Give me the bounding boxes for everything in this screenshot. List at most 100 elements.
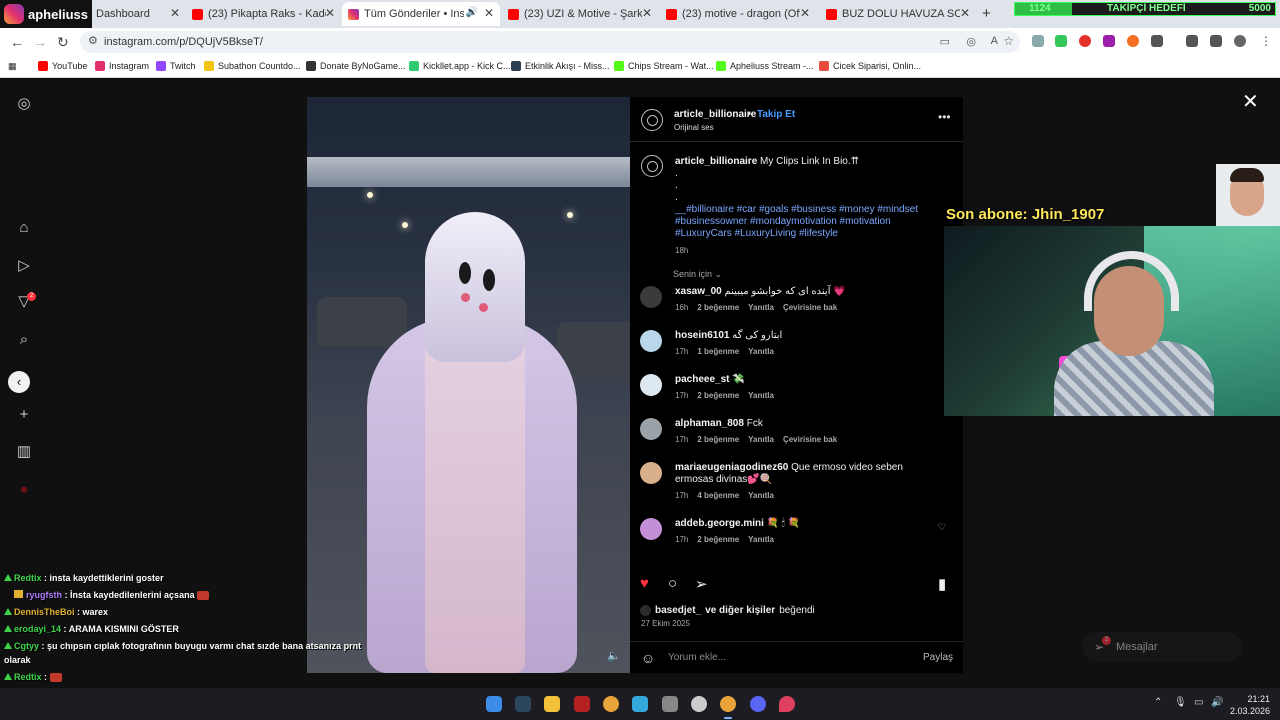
tab-youtube-4[interactable]: BUZ DOLU HAVUZA SON DÜŞE ✕ [820,2,976,26]
insights-icon[interactable]: ▥ [15,443,33,461]
eye-off-icon[interactable]: ◎ [966,35,976,48]
chat-username[interactable]: erodayi_14 [14,624,61,634]
instagram-icon[interactable]: ◎ [15,95,33,113]
tab-instagram[interactable]: Tüm Gönderiler • Instagram 🔊 ✕ [342,2,500,26]
chat-username[interactable]: ryugfsth [26,590,62,600]
close-tab-icon[interactable]: ✕ [800,6,810,20]
bookmark-kickllet[interactable]: Kickllet.app - Kick C... [409,61,511,71]
start-icon[interactable] [486,696,502,712]
bookmark-star-icon[interactable]: ☆ [1003,34,1014,48]
bookmark-etkinlik[interactable]: Etkinlik Akışı - Miss... [511,61,610,71]
home-icon[interactable]: ⌂ [15,219,33,237]
follow-button[interactable]: Takip Et [757,109,795,120]
microphone-icon[interactable]: 🎙 [1174,697,1187,708]
close-tab-icon[interactable]: ✕ [484,6,494,20]
close-tab-icon[interactable]: ✕ [325,6,335,20]
commenter-username[interactable]: mariaeugeniagodinez60 [675,462,788,473]
file-explorer-icon[interactable] [544,696,560,712]
liked-by-user[interactable]: basedjet_ [655,605,701,616]
commenter-avatar[interactable] [640,286,662,308]
commenter-avatar[interactable] [640,518,662,540]
reply-button[interactable]: Yanıtla [748,391,774,400]
download-icon[interactable] [1186,35,1198,47]
bookmark-cicek[interactable]: Cicek Siparisi, Onlin... [819,61,921,71]
more-options-icon[interactable]: ••• [938,110,951,124]
chat-username[interactable]: Redtix [14,573,42,583]
omnibox[interactable]: ⚙ instagram.com/p/DQUjV5BkseT/ ▭ ◎ A ☆ [80,31,1020,53]
author-username[interactable]: article_billionaire [674,109,756,120]
sound-icon[interactable]: 🔈 [607,649,621,662]
chrome-icon[interactable] [720,696,736,712]
comment-icon[interactable]: ○ [668,575,677,592]
share-icon[interactable]: ➢ [695,575,708,593]
site-settings-icon[interactable]: ⚙ [88,34,98,47]
bookmark-instagram[interactable]: Instagram [95,61,149,71]
commenter-avatar[interactable] [640,418,662,440]
messages-button[interactable]: ➢ 2 Mesajlar [1082,632,1242,662]
app-icon[interactable] [662,696,678,712]
discord-icon[interactable] [750,696,766,712]
tab-youtube-1[interactable]: (23) Pikapta Raks - Kader Ağlatı ✕ [186,2,341,26]
steam-icon[interactable] [515,696,531,712]
post-comment-button[interactable]: Paylaş [923,652,953,663]
caption-hashtags[interactable]: __#billionaire #car #goals #business #mo… [675,204,918,239]
commenter-username[interactable]: pacheee_st [675,374,729,385]
reply-button[interactable]: Yanıtla [748,491,774,500]
close-tab-icon[interactable]: ✕ [642,6,652,20]
translate-button[interactable]: Çevirisine bak [783,303,837,312]
new-tab-button[interactable]: + [982,5,991,22]
bookmark-youtube[interactable]: YouTube [38,61,87,71]
reels-icon[interactable]: ▷ [15,257,33,275]
commenter-username[interactable]: xasaw_00 [675,286,722,297]
reply-button[interactable]: Yanıtla [748,347,774,356]
save-bookmark-icon[interactable]: ▮ [938,575,946,593]
bookmark-subathon[interactable]: Subathon Countdo... [204,61,301,71]
commenter-username[interactable]: hosein6101 [675,330,729,341]
app-icon[interactable] [632,696,648,712]
comment-likes[interactable]: 2 beğenme [697,303,739,312]
obs-icon[interactable] [691,696,707,712]
like-heart-icon[interactable]: ♥ [640,575,649,592]
create-icon[interactable]: + [15,406,33,424]
audio-playing-icon[interactable]: 🔊 [466,7,478,18]
author-avatar[interactable] [641,109,663,131]
bookmark-twitch[interactable]: Twitch [156,61,196,71]
bookmark-donate[interactable]: Donate ByNoGame... [306,61,406,71]
liked-by[interactable]: basedjet_ ve diğer kişiler beğendi [640,605,815,616]
app-icon[interactable] [574,696,590,712]
bookmark-apheliuss-stream[interactable]: Apheliuss Stream -... [716,61,814,71]
chat-username[interactable]: Cgtyy [14,641,39,651]
extension-orange-icon[interactable] [1127,35,1139,47]
system-clock[interactable]: 21:21 2.03.2026 [1230,693,1270,717]
post-video[interactable]: 🔈 [307,97,630,673]
tab-youtube-3[interactable]: (23) motive - dragon (Official M ✕ [660,2,816,26]
comment-like-icon[interactable]: ♡ [938,522,946,533]
comment-input[interactable]: Yorum ekle... [668,652,726,663]
maps-pin-icon[interactable] [779,696,795,712]
caption-avatar[interactable] [641,155,663,177]
volume-icon[interactable]: 🔊 [1211,697,1223,708]
reply-button[interactable]: Yanıtla [748,535,774,544]
translate-button[interactable]: Çevirisine bak [783,435,837,444]
profile-avatar-icon[interactable] [1234,35,1246,47]
commenter-username[interactable]: addeb.george.mini [675,518,764,529]
tab-youtube-2[interactable]: (23) UZI & Motive - Şarkılar Sol ✕ [502,2,658,26]
close-icon[interactable]: ✕ [1242,89,1259,114]
reply-button[interactable]: Yanıtla [748,303,774,312]
close-tab-icon[interactable]: ✕ [960,6,970,20]
emoji-icon[interactable]: ☺ [641,650,655,666]
network-icon[interactable]: ▭ [1194,697,1203,708]
reload-icon[interactable]: ↻ [57,34,69,51]
collapse-sidebar-button[interactable]: ‹ [8,371,30,393]
back-icon[interactable]: ← [10,34,24,50]
extension-green-icon[interactable] [1055,35,1067,47]
translate-icon[interactable]: A [991,35,998,47]
extension-red-icon[interactable] [1079,35,1091,47]
install-app-icon[interactable]: ▭ [940,35,950,48]
apps-grid-icon[interactable]: ▦ [8,61,17,72]
chrome-icon[interactable] [603,696,619,712]
close-tab-icon[interactable]: ✕ [170,6,180,20]
forward-icon[interactable]: → [33,34,47,50]
comment-likes[interactable]: 2 beğenme [697,391,739,400]
reading-list-icon[interactable] [1210,35,1222,47]
